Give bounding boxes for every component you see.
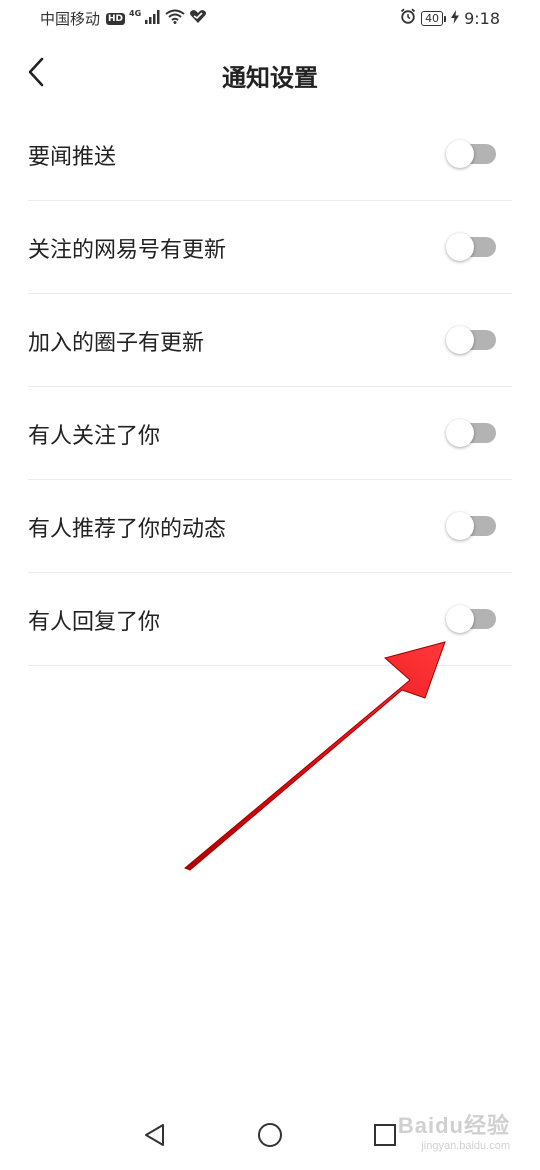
clock: 9:18: [464, 8, 500, 28]
setting-row-new-follower: 有人关注了你: [28, 387, 512, 480]
followed-account-updates-toggle[interactable]: [446, 233, 496, 261]
news-push-toggle[interactable]: [446, 140, 496, 168]
setting-row-post-recommended: 有人推荐了你的动态: [28, 480, 512, 573]
watermark-sub: jingyan.baidu.com: [421, 1140, 510, 1152]
setting-row-circle-updates: 加入的圈子有更新: [28, 294, 512, 387]
recents-square-icon: [372, 1122, 398, 1152]
status-bar: 中国移动 HD 4G 40 9:18: [0, 0, 540, 38]
carrier-name: 中国移动: [40, 10, 101, 28]
network-type: 4G: [129, 9, 142, 18]
toggle-knob: [446, 233, 474, 261]
toggle-knob: [446, 419, 474, 447]
reply-received-toggle[interactable]: [446, 605, 496, 633]
toggle-knob: [446, 140, 474, 168]
charging-icon: [451, 9, 460, 28]
circle-updates-toggle[interactable]: [446, 326, 496, 354]
home-circle-icon: [256, 1121, 284, 1153]
setting-row-reply-received: 有人回复了你: [28, 573, 512, 666]
toggle-knob: [446, 512, 474, 540]
setting-label: 有人推荐了你的动态: [28, 517, 227, 542]
nav-home-button[interactable]: [255, 1122, 285, 1152]
hd-badge: HD: [106, 12, 126, 25]
status-right: 40 9:18: [400, 8, 500, 28]
battery-indicator: 40: [421, 10, 447, 26]
setting-label: 有人关注了你: [28, 424, 161, 449]
header: 通知设置: [0, 38, 540, 110]
setting-row-followed-account-updates: 关注的网易号有更新: [28, 201, 512, 294]
post-recommended-toggle[interactable]: [446, 512, 496, 540]
toggle-knob: [446, 605, 474, 633]
status-left: 中国移动 HD 4G: [40, 8, 207, 29]
toggle-knob: [446, 326, 474, 354]
alarm-icon: [400, 8, 416, 28]
page-title: 通知设置: [222, 64, 318, 92]
vpn-heart-icon: [189, 9, 207, 28]
setting-label: 加入的圈子有更新: [28, 331, 205, 356]
setting-label: 关注的网易号有更新: [28, 238, 227, 263]
new-follower-toggle[interactable]: [446, 419, 496, 447]
back-triangle-icon: [142, 1122, 168, 1152]
watermark: Baidu经验: [397, 1113, 510, 1138]
nav-back-button[interactable]: [140, 1122, 170, 1152]
setting-row-news-push: 要闻推送: [28, 108, 512, 201]
signal-icon: [145, 9, 161, 28]
wifi-icon: [165, 9, 185, 28]
setting-label: 有人回复了你: [28, 610, 161, 635]
settings-list: 要闻推送 关注的网易号有更新 加入的圈子有更新 有人关注了你 有人推荐了你的动态: [28, 108, 512, 666]
setting-label: 要闻推送: [28, 145, 117, 170]
nav-recents-button[interactable]: [370, 1122, 400, 1152]
